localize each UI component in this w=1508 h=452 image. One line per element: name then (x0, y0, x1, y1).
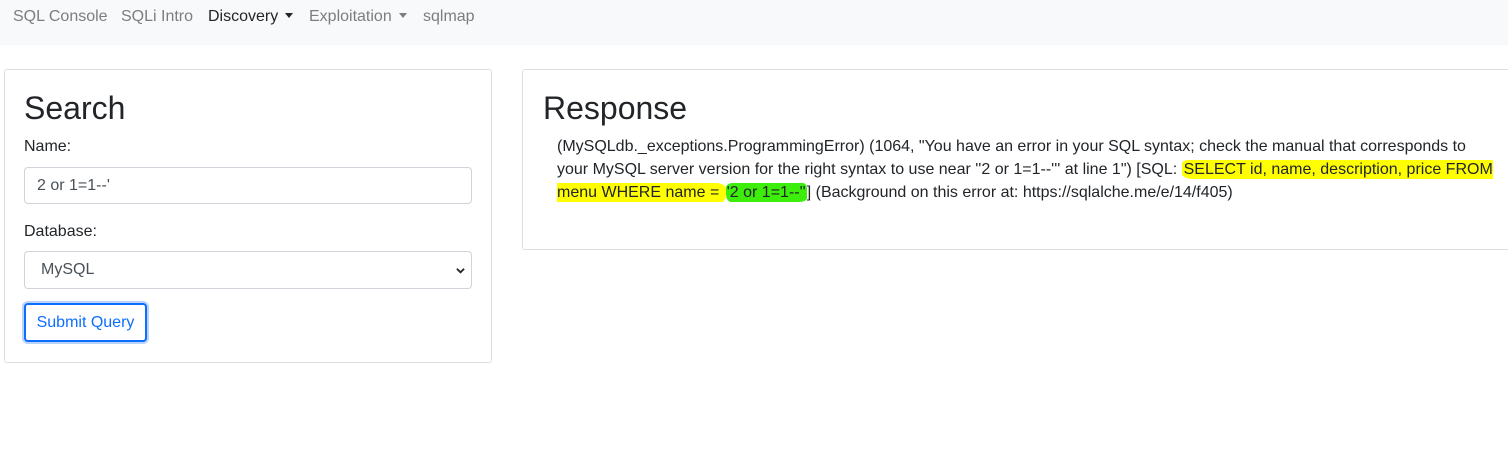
search-title: Search (24, 90, 126, 126)
nav-discovery-label: Discovery (208, 8, 279, 25)
search-card: Search Name: Database: MySQL Submit Quer… (4, 69, 492, 363)
response-card: Response (MySQLdb._exceptions.Programmin… (522, 69, 1508, 250)
response-title: Response (543, 90, 688, 126)
nav-exploitation-label: Exploitation (309, 8, 392, 25)
response-error-text: (MySQLdb._exceptions.ProgrammingError) (… (557, 135, 1497, 204)
nav-discovery-dropdown[interactable]: Discovery (208, 7, 294, 27)
nav-exploitation-dropdown[interactable]: Exploitation (309, 7, 407, 27)
name-label: Name: (24, 138, 72, 155)
top-navbar: SQL Console SQLi Intro Discovery Exploit… (0, 0, 1508, 45)
nav-sqlmap[interactable]: sqlmap (423, 7, 475, 27)
name-input[interactable] (24, 167, 472, 204)
database-select-value: MySQL (41, 261, 95, 278)
nav-sqli-intro[interactable]: SQLi Intro (121, 7, 193, 27)
caret-down-icon (285, 13, 294, 18)
sql-value-highlight: '2 or 1=1--'' (725, 183, 807, 202)
error-background-link-text: ] (Background on this error at: https://… (806, 184, 1233, 201)
caret-down-icon (398, 13, 407, 18)
database-select[interactable]: MySQL (24, 251, 472, 289)
nav-sql-console[interactable]: SQL Console (13, 7, 108, 27)
chevron-down-icon (456, 268, 465, 274)
database-label: Database: (24, 223, 97, 240)
submit-query-button[interactable]: Submit Query (24, 303, 147, 342)
